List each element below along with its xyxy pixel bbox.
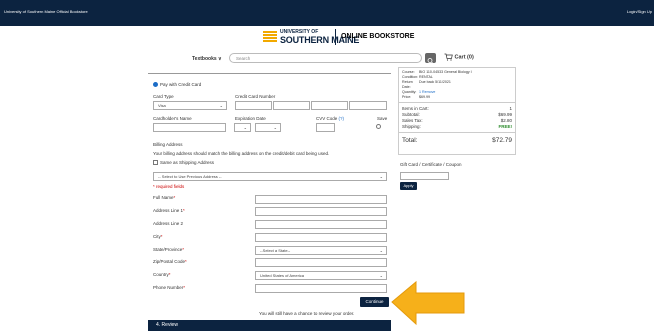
cvv-input[interactable] bbox=[316, 123, 335, 132]
course-value: BIO 110-04533 General Biology I bbox=[419, 70, 472, 74]
card-number-field-1[interactable] bbox=[235, 101, 272, 110]
subtotal-value: $69.99 bbox=[498, 112, 512, 117]
pay-credit-radio[interactable] bbox=[153, 82, 158, 87]
textbooks-menu[interactable]: Textbooks ∨ bbox=[192, 56, 222, 62]
previous-address-select[interactable]: -- Select to Use Previous Address -- ⌄ bbox=[153, 172, 387, 181]
country-label: Country* bbox=[153, 272, 171, 277]
chevron-down-icon: ⌄ bbox=[273, 125, 277, 130]
state-select[interactable]: --Select a State-- ⌄ bbox=[255, 246, 387, 255]
full-name-label: Full Name* bbox=[153, 195, 176, 200]
course-label: Course: bbox=[402, 70, 415, 74]
zip-label: Zip/Postal Code* bbox=[153, 259, 187, 264]
logo-divider bbox=[335, 29, 336, 45]
cardholder-name-input[interactable] bbox=[153, 123, 226, 132]
top-bar: University of Southern Maine Official Bo… bbox=[0, 0, 654, 26]
chevron-down-icon: ⌄ bbox=[379, 174, 383, 179]
chevron-down-icon: ⌄ bbox=[219, 103, 223, 108]
address1-input[interactable] bbox=[255, 207, 387, 216]
state-value: --Select a State-- bbox=[260, 248, 291, 253]
shipping-label: Shipping: bbox=[402, 124, 421, 129]
phone-label: Phone Number* bbox=[153, 285, 186, 290]
tax-value: $2.80 bbox=[500, 118, 512, 123]
price-label: Price: bbox=[402, 95, 412, 99]
chevron-down-icon: ⌄ bbox=[379, 248, 383, 253]
return-label: Return bbox=[402, 80, 413, 84]
pay-credit-label: Pay with Credit Card bbox=[160, 82, 202, 87]
card-type-select[interactable]: Visa ⌄ bbox=[153, 101, 227, 110]
expiration-month-select[interactable]: ⌄ bbox=[234, 123, 251, 132]
card-number-field-2[interactable] bbox=[273, 101, 310, 110]
address2-label: Address Line 2 bbox=[153, 221, 184, 226]
cart-link[interactable]: Cart (0) bbox=[444, 53, 474, 61]
save-card-label: Save bbox=[377, 116, 388, 121]
full-name-input[interactable] bbox=[255, 195, 387, 204]
cvv-help-link[interactable]: (?) bbox=[339, 116, 345, 121]
country-select[interactable]: United States of America ⌄ bbox=[255, 271, 387, 280]
tax-label: Sales Tax: bbox=[402, 118, 423, 123]
expiration-label: Expiration Date bbox=[235, 116, 266, 121]
store-name: University of Southern Maine Official Bo… bbox=[4, 9, 88, 14]
required-note: * required fields bbox=[153, 184, 185, 189]
search-input[interactable]: Search bbox=[229, 53, 422, 63]
logo-store-name: ONLINE BOOKSTORE bbox=[341, 33, 415, 40]
card-number-label: Credit Card Number bbox=[235, 94, 276, 99]
total-value: $72.79 bbox=[492, 137, 512, 144]
section-divider bbox=[148, 73, 391, 74]
total-label: Total: bbox=[402, 137, 418, 144]
card-number-field-3[interactable] bbox=[311, 101, 348, 110]
same-as-shipping-checkbox[interactable] bbox=[153, 160, 158, 165]
price-value: $69.99 bbox=[419, 95, 430, 99]
gift-card-label: Gift Card / Certificate / Coupon bbox=[400, 162, 462, 167]
date-label: Date: bbox=[402, 85, 411, 89]
previous-address-value: -- Select to Use Previous Address -- bbox=[158, 174, 222, 179]
search-button[interactable] bbox=[425, 53, 436, 64]
cardholder-label: Cardholder's Name bbox=[153, 116, 192, 121]
apply-button[interactable]: Apply bbox=[400, 182, 417, 190]
cvv-label: CVV Code (?) bbox=[316, 116, 345, 121]
logo-mark-icon bbox=[263, 31, 277, 43]
cart-icon bbox=[444, 53, 453, 61]
shipping-value: FREE! bbox=[498, 124, 513, 129]
city-input[interactable] bbox=[255, 233, 387, 242]
arrow-pointer-icon bbox=[391, 280, 465, 326]
expiration-year-select[interactable]: ⌄ bbox=[255, 123, 281, 132]
address1-label: Address Line 1* bbox=[153, 208, 185, 213]
billing-note: Your billing address should match the bi… bbox=[153, 151, 330, 156]
condition-value: RENTAL bbox=[419, 75, 433, 79]
order-summary: Course: BIO 110-04533 General Biology I … bbox=[398, 67, 516, 155]
login-link[interactable]: Login/Sign Up bbox=[627, 9, 652, 14]
billing-title: Billing Address bbox=[153, 142, 183, 147]
chevron-down-icon: ⌄ bbox=[243, 125, 247, 130]
save-card-radio[interactable] bbox=[376, 124, 381, 129]
return-value: Due back 5/11/2021 bbox=[419, 80, 451, 84]
card-type-label: Card Type bbox=[153, 94, 174, 99]
country-value: United States of America bbox=[260, 273, 305, 278]
items-value: 1 bbox=[509, 106, 512, 111]
continue-button[interactable]: Continue bbox=[360, 297, 389, 307]
city-label: City* bbox=[153, 234, 163, 239]
search-icon bbox=[427, 58, 434, 64]
card-type-value: Visa bbox=[158, 103, 166, 108]
cart-label: Cart (0) bbox=[454, 54, 474, 61]
quantity-label: Quantity: bbox=[402, 90, 417, 94]
chevron-down-icon: ⌄ bbox=[379, 273, 383, 278]
subtotal-label: Subtotal: bbox=[402, 112, 420, 117]
review-note: You will still have a chance to review y… bbox=[259, 311, 355, 316]
same-as-shipping-label: Same as Shipping Address bbox=[160, 160, 215, 165]
gift-card-input[interactable] bbox=[400, 172, 449, 180]
items-label: Items in Cart: bbox=[402, 106, 429, 111]
card-number-field-4[interactable] bbox=[349, 101, 387, 110]
phone-input[interactable] bbox=[255, 284, 387, 293]
review-step-header[interactable]: 4. Review bbox=[148, 320, 391, 331]
summary-divider bbox=[399, 102, 515, 103]
zip-input[interactable] bbox=[255, 258, 387, 267]
summary-divider bbox=[399, 132, 515, 133]
address2-input[interactable] bbox=[255, 220, 387, 229]
search-placeholder: Search bbox=[236, 56, 251, 61]
condition-label: Condition: bbox=[402, 75, 419, 79]
state-label: State/Province* bbox=[153, 247, 185, 252]
remove-link[interactable]: 1 Remove bbox=[419, 90, 435, 94]
